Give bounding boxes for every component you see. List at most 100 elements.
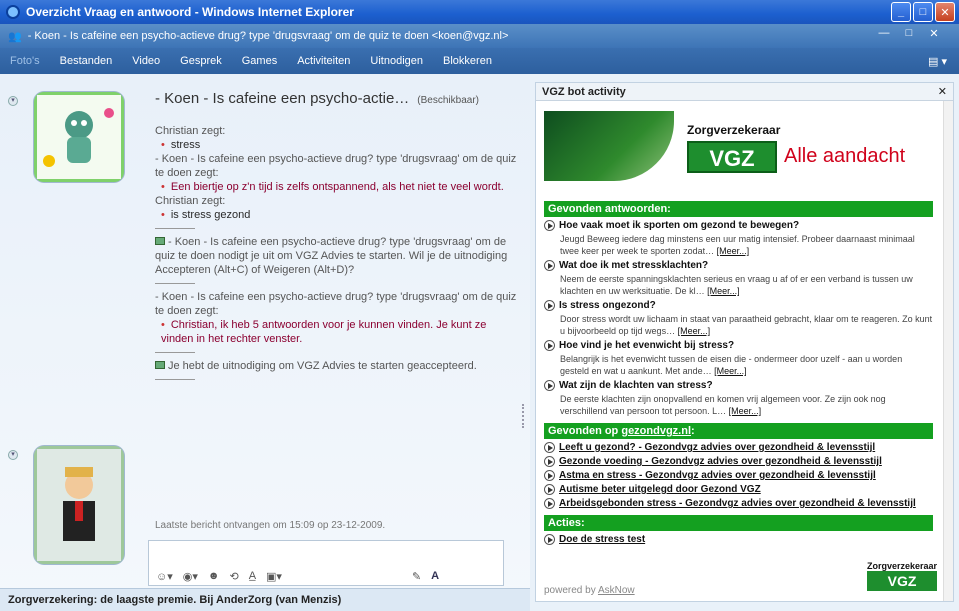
close-button[interactable]: ✕	[935, 2, 955, 22]
answer-text: Neem de eerste spanningsklachten serieus…	[560, 274, 913, 296]
chat-log: Christian zegt: stress - Koen - Is cafei…	[155, 124, 520, 386]
divider	[155, 283, 195, 284]
result-link[interactable]: Autisme beter uitgelegd door Gezond VGZ	[544, 484, 945, 495]
wink-icon[interactable]: ◉▾	[183, 570, 198, 583]
divider	[155, 379, 195, 380]
invitation-icon	[155, 237, 165, 245]
more-link[interactable]: [Meer...]	[678, 326, 711, 336]
background-icon[interactable]: ▣▾	[266, 570, 282, 583]
divider	[155, 352, 195, 353]
messenger-icon: 👥	[8, 30, 22, 43]
play-icon	[544, 498, 555, 509]
conv-close-button[interactable]: ✕	[925, 27, 943, 43]
answer-item: Is stress ongezond? Door stress wordt uw…	[544, 300, 933, 337]
leaf-graphic	[544, 111, 674, 181]
asknow-link[interactable]: AskNow	[598, 585, 635, 596]
result-link[interactable]: Gezonde voeding - Gezondvgz advies over …	[544, 456, 945, 467]
text-style-icon[interactable]: A	[431, 570, 439, 582]
more-link[interactable]: [Meer...]	[707, 286, 740, 296]
emoticon-icon[interactable]: ☺▾	[156, 570, 173, 583]
menu-video[interactable]: Video	[132, 55, 160, 67]
answer-text: Door stress wordt uw lichaam in staat va…	[560, 314, 933, 336]
action-link[interactable]: Doe de stress test	[544, 534, 945, 545]
result-link[interactable]: Arbeidsgebonden stress - Gezondvgz advie…	[544, 498, 945, 509]
close-icon[interactable]: ✕	[938, 85, 947, 98]
menu-photos[interactable]: Foto's	[10, 55, 40, 67]
robot-avatar-icon	[37, 95, 121, 179]
actions-header: Acties:	[544, 515, 933, 531]
bot-pane-title: VGZ bot activity ✕	[536, 83, 953, 101]
play-icon	[544, 456, 555, 467]
play-icon	[544, 220, 555, 231]
play-icon	[544, 484, 555, 495]
contact-avatar[interactable]	[34, 92, 124, 182]
contact-status: (Beschikbaar)	[417, 95, 479, 106]
brand-subtitle: Zorgverzekeraar	[687, 123, 781, 137]
menu-bar: Foto's Bestanden Video Gesprek Games Act…	[0, 48, 959, 74]
answer-text: Jeugd Beweeg iedere dag minstens een uur…	[560, 234, 915, 256]
conv-maximize-button[interactable]: □	[900, 27, 918, 43]
answer-question[interactable]: Is stress ongezond?	[544, 300, 933, 311]
answer-question[interactable]: Wat zijn de klachten van stress?	[544, 380, 933, 391]
message-sender: Christian zegt:	[155, 125, 226, 137]
menu-conversation[interactable]: Gesprek	[180, 55, 222, 67]
menu-invite[interactable]: Uitnodigen	[370, 55, 423, 67]
menu-activities[interactable]: Activiteiten	[297, 55, 350, 67]
status-bar[interactable]: Zorgverzekering: de laagste premie. Bij …	[0, 588, 530, 611]
message-text: Christian, ik heb 5 antwoorden voor je k…	[155, 318, 520, 346]
conv-minimize-button[interactable]: —	[875, 27, 893, 43]
play-icon	[544, 470, 555, 481]
answer-item: Wat doe ik met stressklachten? Neem de e…	[544, 260, 933, 297]
menu-games[interactable]: Games	[242, 55, 277, 67]
invitation-icon	[155, 361, 165, 369]
answer-item: Hoe vind je het evenwicht bij stress? Be…	[544, 340, 933, 377]
answer-question[interactable]: Hoe vind je het evenwicht bij stress?	[544, 340, 933, 351]
vgz-logo-small: Zorgverzekeraar VGZ	[867, 561, 938, 591]
conversation-title: - Koen - Is cafeine een psycho-actieve d…	[27, 30, 509, 42]
answers-header: Gevonden antwoorden:	[544, 201, 933, 217]
result-link[interactable]: Leeft u gezond? - Gezondvgz advies over …	[544, 442, 945, 453]
font-icon[interactable]: A̲	[249, 570, 256, 582]
minimize-button[interactable]: _	[891, 2, 911, 22]
answer-item: Hoe vaak moet ik sporten om gezond te be…	[544, 220, 933, 257]
voice-clip-icon[interactable]: ⟲	[229, 570, 238, 583]
vgz-banner: Zorgverzekeraar VGZ Alle aandacht	[544, 107, 945, 195]
links-header: Gevonden op gezondvgz.nl:	[544, 423, 933, 439]
pane-splitter[interactable]	[522, 404, 524, 428]
last-message-time: Laatste bericht ontvangen om 15:09 op 23…	[155, 520, 386, 531]
menu-block[interactable]: Blokkeren	[443, 55, 492, 67]
divider	[155, 228, 195, 229]
answer-text: De eerste klachten zijn onopvallend en k…	[560, 394, 886, 416]
answer-question[interactable]: Hoe vaak moet ik sporten om gezond te be…	[544, 220, 933, 231]
message-sender: Christian zegt:	[155, 195, 226, 207]
contact-header: - Koen - Is cafeine een psycho-actie… (Be…	[155, 90, 479, 107]
more-link[interactable]: [Meer...]	[717, 246, 750, 256]
window-title: Overzicht Vraag en antwoord - Windows In…	[26, 5, 354, 19]
result-link[interactable]: Astma en stress - Gezondvgz advies over …	[544, 470, 945, 481]
collapse-self-icon[interactable]: ▾	[8, 450, 18, 460]
answer-question[interactable]: Wat doe ik met stressklachten?	[544, 260, 933, 271]
message-text: is stress gezond	[155, 208, 520, 222]
options-menu-icon[interactable]: ▤ ▾	[928, 55, 947, 68]
nudge-icon[interactable]: ☻	[208, 570, 220, 582]
play-icon	[544, 442, 555, 453]
play-icon	[544, 380, 555, 391]
maximize-button[interactable]: □	[913, 2, 933, 22]
message-sender: - Koen - Is cafeine een psycho-actieve d…	[155, 153, 517, 179]
self-avatar[interactable]	[34, 446, 124, 564]
brand-slogan: Alle aandacht	[784, 145, 906, 167]
more-link[interactable]: [Meer...]	[729, 406, 762, 416]
collapse-contact-icon[interactable]: ▾	[8, 96, 18, 106]
message-text: Een biertje op z'n tijd is zelfs ontspan…	[155, 180, 520, 194]
play-icon	[544, 340, 555, 351]
more-link[interactable]: [Meer...]	[714, 366, 747, 376]
powered-by: powered by AskNow	[544, 585, 635, 596]
accepted-message: Je hebt de uitnodiging om VGZ Advies te …	[155, 359, 520, 373]
invitation-message: - Koen - Is cafeine een psycho-actieve d…	[155, 236, 508, 276]
handwriting-icon[interactable]: ✎	[412, 570, 421, 583]
menu-files[interactable]: Bestanden	[60, 55, 113, 67]
play-icon	[544, 300, 555, 311]
gezondvgz-link[interactable]: gezondvgz.nl	[621, 425, 691, 437]
conversation-bar: 👥 - Koen - Is cafeine een psycho-actieve…	[0, 24, 959, 48]
chat-pane: ▾ - Koen - Is cafeine een psycho-actie… (…	[0, 74, 530, 611]
